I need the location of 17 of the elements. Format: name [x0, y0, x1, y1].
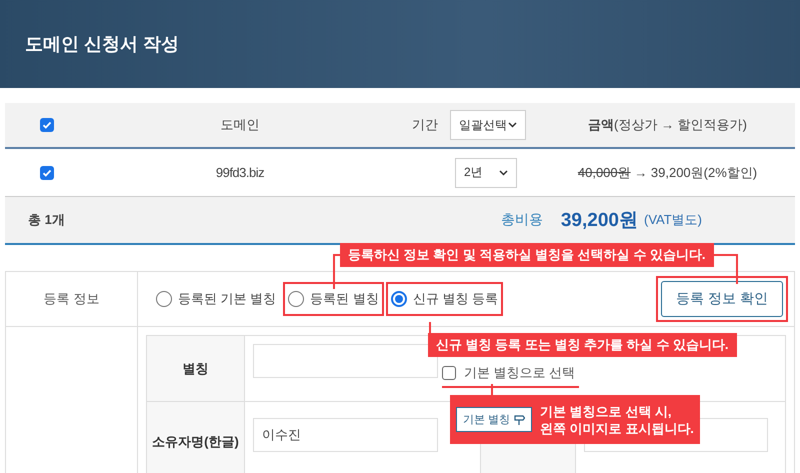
vat-note: (VAT별도) — [644, 211, 702, 229]
column-header: 금액(정상가 → 할인적용가) — [588, 116, 747, 134]
column-header: 기간 — [412, 116, 438, 134]
item-count: 총 1개 — [28, 211, 66, 229]
default-alias-badge: 기본 별칭 — [456, 407, 532, 432]
total-label: 총비용 — [500, 211, 543, 229]
field-label: 소유자명(한글) — [147, 402, 245, 473]
price-text: 40,000원 → 39,200원(2%할인) — [578, 164, 758, 182]
page-title: 도메인 신청서 작성 — [25, 33, 180, 56]
row-label: 등록 정보 — [6, 272, 138, 326]
total-amount: 39,200원 — [560, 209, 638, 233]
callout-tooltip: 등록하신 정보 확인 및 적용하실 별칭을 선택하실 수 있습니다. — [340, 243, 714, 267]
column-header: 도메인 — [220, 116, 260, 134]
callout-tooltip: 신규 별칭 등록 또는 별칭 추가를 하실 수 있습니다. — [428, 333, 737, 357]
field-label: 별칭 — [147, 336, 245, 401]
domain-name: 99fd3.biz — [216, 165, 264, 180]
callout-note: 기본 별칭으로 선택 시, 왼쪽 이미지로 표시됩니다. — [540, 402, 694, 436]
